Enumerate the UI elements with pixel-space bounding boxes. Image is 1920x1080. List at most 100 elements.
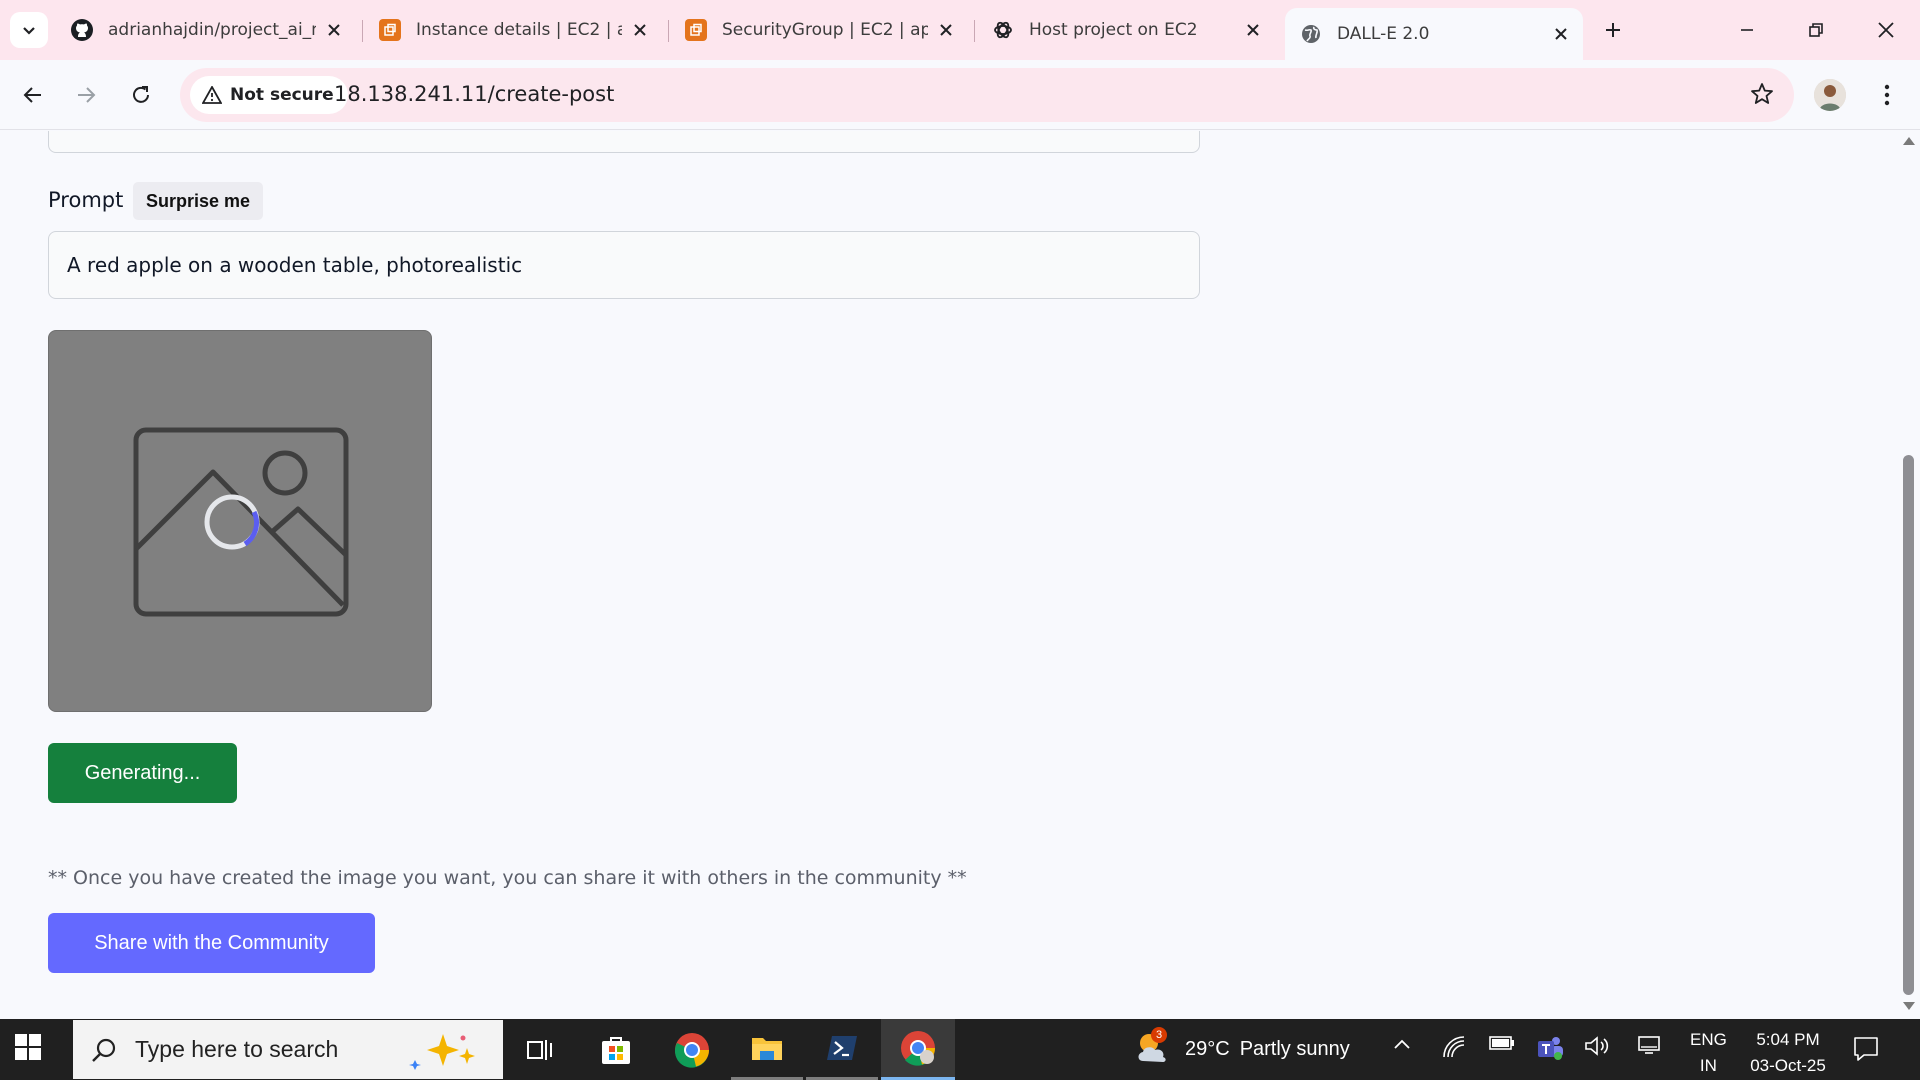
close-icon [1878, 22, 1894, 38]
tab-title: adrianhajdin/project_ai_m [108, 20, 316, 40]
copilot-sparkle-icon [409, 1033, 475, 1070]
address-bar[interactable]: Not secure 18.138.241.11/create-post [180, 68, 1794, 122]
chrome-icon [901, 1031, 935, 1066]
tab-search-button[interactable] [10, 12, 48, 48]
aws-icon [684, 18, 708, 42]
scrollbar-thumb[interactable] [1903, 455, 1914, 995]
chevron-down-icon [23, 27, 35, 35]
show-hidden-icons-button[interactable] [1392, 1035, 1412, 1055]
tab-title: SecurityGroup | EC2 | ap- [722, 20, 928, 40]
share-button[interactable]: Share with the Community [48, 913, 375, 973]
windows-logo-icon [15, 1034, 41, 1060]
forward-button[interactable] [66, 75, 106, 115]
lang-bottom: IN [1699, 1056, 1717, 1075]
task-view-icon [527, 1039, 552, 1060]
image-preview [48, 330, 432, 712]
tab-separator [974, 20, 975, 42]
volume-button[interactable] [1584, 1035, 1610, 1057]
bookmark-star-icon[interactable] [1750, 82, 1774, 110]
microsoft-store-button[interactable] [580, 1019, 652, 1080]
tab-instance-details[interactable]: Instance details | EC2 | ap [364, 8, 662, 52]
teams-button[interactable] [1536, 1035, 1564, 1061]
scroll-up-arrow-icon[interactable] [1903, 137, 1915, 145]
arrow-left-icon [23, 87, 41, 103]
close-icon[interactable] [630, 20, 650, 40]
file-explorer-button[interactable] [731, 1019, 803, 1080]
language-indicator[interactable]: ENG IN [1690, 1027, 1727, 1079]
wifi-button[interactable] [1442, 1035, 1466, 1059]
store-icon [602, 1036, 630, 1064]
monitor-icon [1638, 1036, 1660, 1054]
tab-dalle[interactable]: DALL-E 2.0 [1285, 8, 1583, 60]
tab-security-group[interactable]: SecurityGroup | EC2 | ap- [670, 8, 968, 52]
chrome-taskbar-button[interactable] [656, 1019, 728, 1080]
search-placeholder: Type here to search [135, 1036, 339, 1062]
clock[interactable]: 5:04 PM 03-Oct-25 [1744, 1027, 1832, 1079]
surprise-me-button[interactable]: Surprise me [133, 182, 263, 220]
prompt-label: Prompt [48, 188, 124, 212]
weather-widget[interactable]: 3 29°C Partly sunny [1135, 1027, 1350, 1067]
clock-date: 03-Oct-25 [1750, 1056, 1826, 1075]
start-button[interactable] [14, 1033, 48, 1067]
clock-time: 5:04 PM [1756, 1030, 1820, 1049]
teams-icon [1538, 1037, 1563, 1060]
minimize-icon [1741, 29, 1753, 31]
chevron-up-icon [1394, 1039, 1410, 1049]
notification-icon [1854, 1037, 1878, 1061]
restore-button[interactable] [1796, 10, 1836, 50]
powershell-button[interactable] [806, 1019, 878, 1080]
task-view-button[interactable] [504, 1019, 576, 1080]
openai-icon [991, 18, 1015, 42]
chrome-active-button[interactable] [881, 1019, 955, 1080]
name-input[interactable] [48, 131, 1200, 153]
security-indicator[interactable]: Not secure [190, 76, 348, 114]
speaker-icon [1585, 1036, 1609, 1056]
tab-host-project[interactable]: Host project on EC2 [977, 8, 1275, 52]
warning-icon [202, 86, 222, 104]
weather-temp: 29°C [1185, 1037, 1230, 1060]
browser-toolbar: Not secure 18.138.241.11/create-post [0, 60, 1920, 130]
weather-badge: 3 [1151, 1027, 1167, 1043]
generate-button[interactable]: Generating... [48, 743, 237, 803]
battery-icon [1489, 1036, 1514, 1050]
new-tab-button[interactable] [1593, 10, 1633, 50]
back-button[interactable] [13, 75, 53, 115]
url-text[interactable]: 18.138.241.11/create-post [334, 82, 614, 106]
minimize-button[interactable] [1727, 10, 1767, 50]
notifications-button[interactable] [1852, 1035, 1880, 1067]
display-button[interactable] [1638, 1035, 1660, 1055]
battery-button[interactable] [1489, 1035, 1515, 1051]
security-label: Not secure [230, 85, 334, 105]
prompt-input[interactable]: A red apple on a wooden table, photoreal… [48, 231, 1200, 299]
terminal-icon [827, 1036, 857, 1060]
lang-top: ENG [1690, 1030, 1727, 1049]
weather-icon: 3 [1135, 1027, 1173, 1067]
restore-icon [1809, 23, 1823, 37]
taskbar-search[interactable]: Type here to search [73, 1020, 503, 1079]
close-icon[interactable] [1551, 24, 1571, 44]
aws-icon [378, 18, 402, 42]
close-icon[interactable] [936, 20, 956, 40]
search-icon [92, 1038, 116, 1062]
profile-avatar[interactable] [1814, 79, 1846, 111]
close-icon[interactable] [324, 20, 344, 40]
tab-title: Instance details | EC2 | ap [416, 20, 622, 40]
share-note: ** Once you have created the image you w… [48, 867, 967, 889]
close-icon[interactable] [1243, 20, 1263, 40]
arrow-right-icon [78, 87, 96, 103]
close-window-button[interactable] [1866, 10, 1906, 50]
tab-title: Host project on EC2 [1029, 20, 1198, 40]
more-vertical-icon [1884, 84, 1890, 106]
github-icon [70, 18, 94, 42]
tab-separator [362, 20, 363, 42]
reload-button[interactable] [121, 75, 161, 115]
tab-strip: adrianhajdin/project_ai_m Instance detai… [0, 0, 1920, 60]
tab-github[interactable]: adrianhajdin/project_ai_m [56, 8, 356, 52]
prompt-value: A red apple on a wooden table, photoreal… [67, 253, 523, 277]
page-content: Prompt Surprise me A red apple on a wood… [0, 131, 1898, 1019]
tab-separator [668, 20, 669, 42]
scroll-down-arrow-icon[interactable] [1903, 1002, 1915, 1010]
browser-menu-button[interactable] [1872, 80, 1902, 110]
wifi-icon [1443, 1036, 1465, 1058]
weather-desc: Partly sunny [1239, 1037, 1350, 1060]
